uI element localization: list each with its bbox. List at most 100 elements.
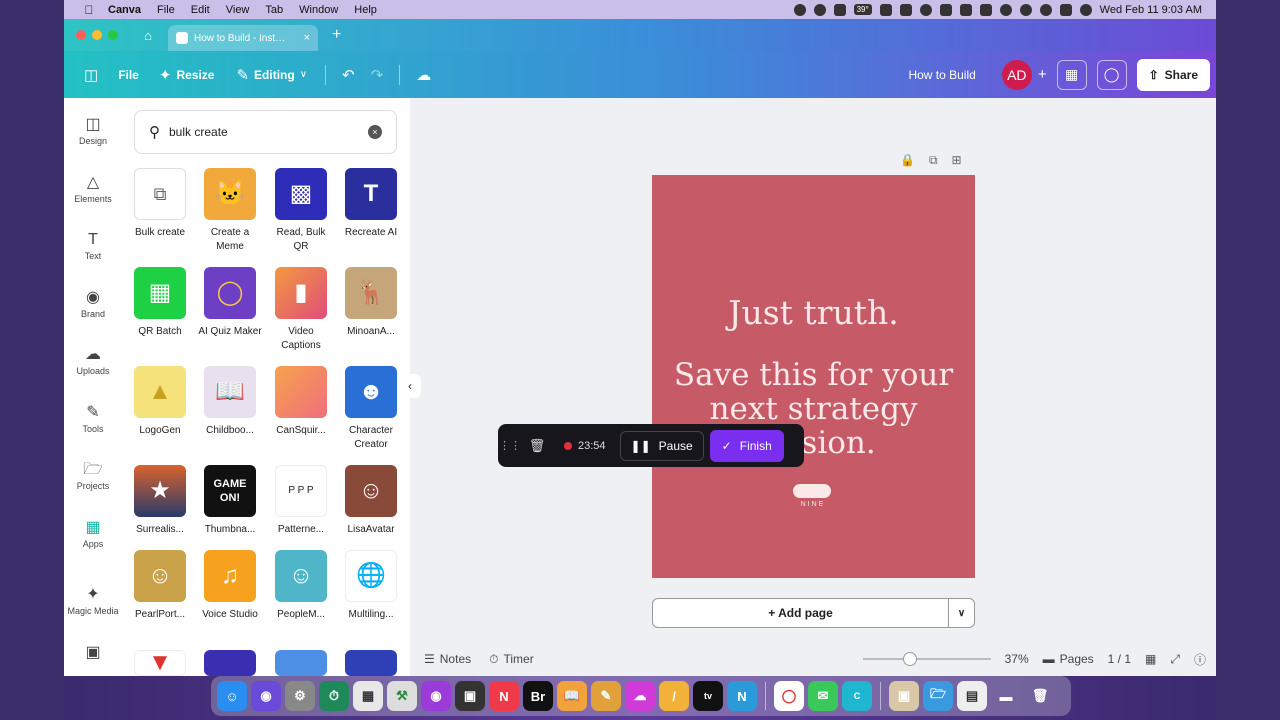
clear-search-icon[interactable]: × xyxy=(368,125,382,139)
user-icon[interactable] xyxy=(1019,3,1032,16)
trash-can-icon[interactable]: 🗑 xyxy=(1025,681,1055,711)
cloud-nine-logo[interactable]: NINE xyxy=(793,484,833,514)
minimized-window-icon[interactable]: ▬ xyxy=(991,681,1021,711)
siri-icon[interactable] xyxy=(1079,3,1092,16)
chrome-icon[interactable]: ◯ xyxy=(774,681,804,711)
status-app-icon[interactable] xyxy=(899,3,912,16)
status-app-icon[interactable] xyxy=(813,3,826,16)
trash-icon[interactable]: 🗑 xyxy=(522,438,552,454)
headline-text[interactable]: Just truth. xyxy=(652,293,975,332)
menu-tab[interactable]: Tab xyxy=(265,4,283,16)
app-tile[interactable]: ▲ LogoGen xyxy=(127,366,193,438)
status-app-icon[interactable] xyxy=(879,3,892,16)
menu-window[interactable]: Window xyxy=(299,4,338,16)
menu-help[interactable]: Help xyxy=(354,4,377,16)
wifi-icon[interactable] xyxy=(999,3,1012,16)
zoom-level[interactable]: 37% xyxy=(1005,652,1029,666)
app-tile[interactable]: ☻ Character Creator xyxy=(338,366,404,452)
canva-icon[interactable]: C xyxy=(842,681,872,711)
add-collaborator-icon[interactable]: + xyxy=(1038,66,1047,83)
add-page-button[interactable]: + Add page xyxy=(653,599,948,627)
app-tile[interactable]: 🌐 Multiling... xyxy=(338,550,404,622)
grid-view-icon[interactable]: ▦ xyxy=(1145,652,1156,666)
zoom-slider[interactable] xyxy=(862,652,991,666)
notes-button[interactable]: ☰ Notes xyxy=(424,652,471,667)
launchpad-icon[interactable]: ◉ xyxy=(251,681,281,711)
app-store-icon[interactable]: N xyxy=(727,681,757,711)
menubar-datetime[interactable]: Wed Feb 11 9:03 AM xyxy=(1100,4,1202,16)
messages-icon[interactable]: ✉ xyxy=(808,681,838,711)
control-center-icon[interactable] xyxy=(1059,3,1072,16)
pages-app-icon[interactable]: ✎ xyxy=(591,681,621,711)
clock-icon[interactable] xyxy=(919,3,932,16)
drag-handle-icon[interactable]: ⋮⋮ xyxy=(498,439,522,452)
redo-icon[interactable]: ↷ xyxy=(371,66,384,84)
cloud-save-icon[interactable]: ☁ xyxy=(416,66,431,84)
app-tile[interactable]: ★ Surrealis... xyxy=(127,465,193,537)
pencil-app-icon[interactable]: / xyxy=(659,681,689,711)
app-tile[interactable]: ▦ QR Batch xyxy=(127,267,193,339)
file-menu-button[interactable]: File xyxy=(118,68,139,82)
close-tab-icon[interactable]: × xyxy=(304,32,310,44)
add-page-icon[interactable]: ⊞ xyxy=(952,153,962,168)
rail-item-uploads[interactable]: ☁ Uploads xyxy=(64,344,122,376)
image-preview-icon[interactable]: ▣ xyxy=(889,681,919,711)
editing-mode-button[interactable]: ✎ Editing ∨ xyxy=(236,66,307,84)
rail-item-projects[interactable]: 🗁 Projects xyxy=(64,459,122,491)
app-tile[interactable]: ☺ LisaAvatar xyxy=(338,465,404,537)
search-input[interactable]: bulk create xyxy=(169,125,228,139)
resize-button[interactable]: ✦ Resize xyxy=(159,66,215,84)
app-tile[interactable]: ☺ PeopleM... xyxy=(268,550,334,622)
document-icon[interactable]: ▤ xyxy=(957,681,987,711)
system-settings-icon[interactable]: ⚙ xyxy=(285,681,315,711)
zoom-slider-handle[interactable] xyxy=(902,652,917,666)
help-icon[interactable]: ⓘ xyxy=(1194,651,1206,668)
books-icon[interactable]: 📖 xyxy=(557,681,587,711)
xcode-icon[interactable]: ⚒ xyxy=(387,681,417,711)
bridge-icon[interactable]: Br xyxy=(523,681,553,711)
home-icon[interactable]: ⌂ xyxy=(134,24,162,46)
timer-button[interactable]: ⏱ Timer xyxy=(489,652,534,667)
document-title[interactable]: How to Build xyxy=(908,68,975,82)
app-tile[interactable]: ☺ PearlPort... xyxy=(127,550,193,622)
finder-icon[interactable]: ☺ xyxy=(217,681,247,711)
app-tile[interactable]: ▩ Read, Bulk QR xyxy=(268,168,334,254)
podcasts-icon[interactable]: ◉ xyxy=(421,681,451,711)
app-tile[interactable]: 📖 Childboo... xyxy=(197,366,263,438)
rail-item-apps[interactable]: ▦ Apps xyxy=(64,517,122,549)
undo-icon[interactable]: ↶ xyxy=(342,66,355,84)
rail-item-elements[interactable]: △ Elements xyxy=(64,172,122,204)
app-tile[interactable]: P P P Patterne... xyxy=(268,465,334,537)
creative-cloud-icon[interactable]: ☁ xyxy=(625,681,655,711)
temperature-badge[interactable]: 39° xyxy=(853,4,872,15)
app-tile[interactable]: ◯ AI Quiz Maker xyxy=(197,267,263,339)
finish-button[interactable]: ✓ Finish xyxy=(709,429,784,462)
rail-item-tools[interactable]: ✎ Tools xyxy=(64,402,122,434)
rail-item-design[interactable]: ◫ Design xyxy=(64,114,122,146)
status-app-icon[interactable] xyxy=(833,3,846,16)
chevron-down-icon[interactable]: ∨ xyxy=(948,599,974,627)
menu-view[interactable]: View xyxy=(226,4,250,16)
avatar[interactable]: AD xyxy=(1001,59,1032,90)
app-tile[interactable]: 🐱 Create a Meme xyxy=(197,168,263,254)
comments-icon[interactable]: ◯ xyxy=(1096,59,1127,90)
time-machine-icon[interactable]: ⏱ xyxy=(319,681,349,711)
pause-button[interactable]: ❚❚ Pause xyxy=(619,430,704,461)
apple-tv-icon[interactable]: tv xyxy=(693,681,723,711)
menu-file[interactable]: File xyxy=(157,4,175,16)
photo-booth-icon[interactable]: ▣ xyxy=(455,681,485,711)
lock-icon[interactable]: 🔒 xyxy=(900,153,915,168)
apple-icon[interactable]:  xyxy=(78,3,100,17)
app-tile[interactable]: ▮ Video Captions xyxy=(268,267,334,353)
bluetooth-icon[interactable] xyxy=(959,3,972,16)
rail-item-magic-media[interactable]: ✦ Magic Media xyxy=(64,584,122,616)
app-tile[interactable]: T Recreate AI xyxy=(338,168,404,240)
app-tile[interactable]: ♫ Voice Studio xyxy=(197,550,263,622)
fullscreen-icon[interactable]: ⤢ xyxy=(1170,652,1180,667)
search-field[interactable]: ⚲ bulk create × xyxy=(134,110,397,154)
design-page[interactable]: Just truth. Save this for your next stra… xyxy=(652,175,975,578)
collapse-panel-button[interactable]: ‹ xyxy=(399,374,421,398)
battery-icon[interactable] xyxy=(979,3,992,16)
browser-tab[interactable]: How to Build - Inst… × xyxy=(168,25,318,51)
apps-grid-icon[interactable]: ▦ xyxy=(353,681,383,711)
